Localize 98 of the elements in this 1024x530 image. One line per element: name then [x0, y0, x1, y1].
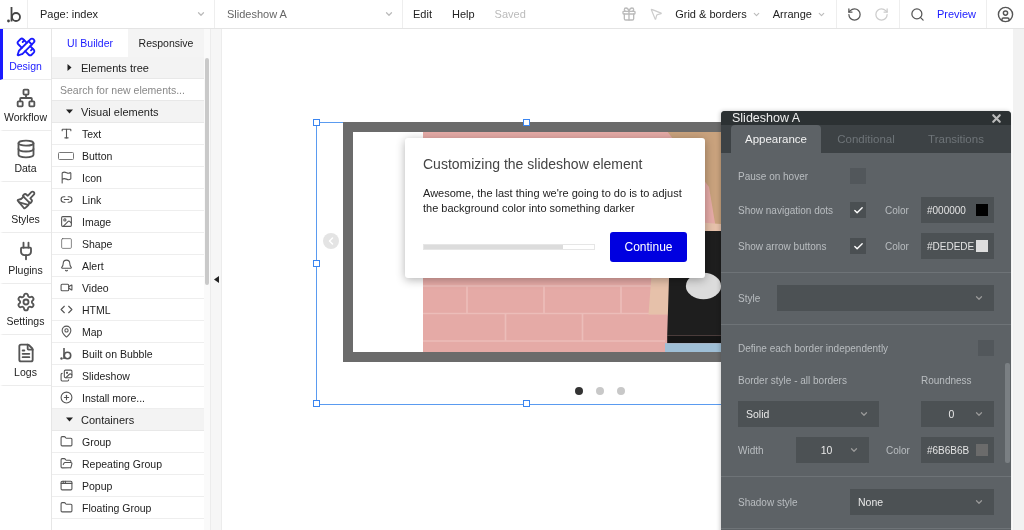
chevron-down-icon — [849, 445, 859, 455]
element-item[interactable]: Image — [52, 211, 204, 233]
resize-handle[interactable] — [313, 119, 320, 126]
bell-icon — [59, 259, 73, 272]
nav-item[interactable]: Settings — [0, 284, 51, 335]
section-title: Visual elements — [81, 105, 159, 118]
nav-dot[interactable] — [617, 387, 625, 395]
settings-icon — [15, 291, 36, 312]
color-field[interactable]: #6B6B6B — [921, 437, 994, 463]
field-label: Border style - all borders — [738, 374, 848, 386]
page-dropdown[interactable]: Page: index — [28, 0, 215, 28]
checkbox[interactable] — [850, 202, 866, 218]
section-header[interactable]: Containers — [52, 409, 204, 431]
section-header[interactable]: Elements tree — [52, 57, 204, 79]
roundness-dropdown[interactable]: 0 — [921, 401, 994, 427]
video-icon — [59, 281, 73, 294]
menu-item[interactable]: Edit — [403, 0, 442, 28]
field-label: Show arrow buttons — [738, 240, 828, 252]
square-icon — [59, 237, 73, 250]
nav-dot[interactable] — [575, 387, 583, 395]
resize-handle[interactable] — [523, 119, 530, 126]
grid-menu[interactable]: Grid & borders — [675, 8, 761, 20]
field-label: Style — [738, 292, 762, 304]
resize-handle[interactable] — [523, 400, 530, 407]
gift-icon[interactable] — [621, 6, 638, 22]
network-icon — [15, 87, 36, 108]
color-field[interactable]: #000000 — [921, 197, 994, 223]
database-icon — [15, 138, 36, 159]
window-icon — [59, 479, 73, 492]
field-label: Show navigation dots — [738, 204, 835, 216]
pencil-ruler-icon — [15, 36, 36, 57]
search-icon[interactable] — [909, 6, 925, 22]
nav-item[interactable]: Styles — [0, 182, 51, 233]
images-icon — [59, 369, 73, 382]
field-label: Shadow style — [738, 496, 799, 508]
check-icon — [852, 240, 864, 252]
chevron-down-icon — [384, 9, 394, 19]
element-item[interactable]: Repeating Group — [52, 453, 204, 475]
folders-icon — [59, 457, 73, 470]
section-header[interactable]: Visual elements — [52, 101, 204, 123]
element-dropdown[interactable]: Slideshow A — [215, 0, 403, 28]
tab[interactable]: Responsive — [128, 29, 204, 57]
checkbox[interactable] — [850, 238, 866, 254]
text-icon — [59, 127, 73, 140]
chevron-down-icon — [974, 497, 984, 507]
logo-icon — [60, 347, 72, 360]
field-label: Color — [885, 444, 911, 456]
image-icon — [59, 215, 73, 228]
code-icon — [59, 303, 73, 316]
link-icon — [59, 193, 73, 206]
resize-handle[interactable] — [313, 260, 320, 267]
section-title: Elements tree — [81, 61, 149, 74]
arrange-menu[interactable]: Arrange — [772, 8, 826, 20]
flag-icon — [59, 171, 73, 184]
close-icon[interactable] — [990, 111, 1003, 125]
button-icon — [58, 151, 74, 160]
logo-icon[interactable] — [6, 5, 21, 23]
nav-dot[interactable] — [596, 387, 604, 395]
undo-icon[interactable] — [846, 6, 862, 22]
saved-status: Saved — [494, 8, 526, 20]
field-label: Color — [885, 204, 910, 216]
chevron-down-icon — [196, 9, 206, 19]
tour-text: Awesome, the last thing we're going to do is to adjust the background color into something darker — [423, 186, 683, 216]
folder-icon — [59, 435, 73, 448]
menu-item[interactable]: Help — [441, 0, 485, 28]
collapse-icon[interactable] — [213, 276, 219, 283]
plus-icon — [59, 391, 73, 404]
field-label: Pause on hover — [738, 170, 810, 182]
avatar-icon[interactable] — [997, 5, 1014, 23]
field-label: Width — [738, 444, 765, 456]
check-icon — [852, 204, 864, 216]
element-item[interactable]: Slideshow — [52, 365, 204, 387]
element-item[interactable]: Popup — [52, 475, 204, 497]
chevron-down-icon — [859, 409, 869, 419]
section-title: Containers — [81, 413, 135, 426]
width-dropdown[interactable]: 10 — [796, 437, 869, 463]
folder-icon — [59, 501, 73, 514]
nav-item[interactable]: Plugins — [0, 233, 51, 284]
tour-title: Customizing the slideshow element — [423, 156, 644, 172]
brush-icon — [15, 189, 36, 210]
field-label: Define each border independently — [738, 342, 890, 354]
border-style-dropdown[interactable]: Solid — [738, 401, 879, 427]
editor-title: Slideshow A — [732, 111, 801, 125]
map-pin-icon — [59, 325, 73, 338]
resize-handle[interactable] — [313, 400, 320, 407]
color-field[interactable]: #DEDEDE — [921, 233, 994, 259]
nav-item[interactable]: Data — [0, 131, 51, 182]
nav-item[interactable]: Logs — [0, 335, 51, 386]
style-dropdown[interactable]: None — [850, 489, 994, 515]
chevron-down-icon — [974, 293, 984, 303]
preview-link[interactable]: Preview — [936, 8, 976, 20]
chevron-down-icon — [974, 409, 984, 419]
continue-button[interactable]: Continue — [610, 232, 687, 262]
document-icon — [15, 342, 36, 363]
tab[interactable]: Appearance — [731, 125, 821, 153]
nav-item[interactable]: Workflow — [0, 80, 51, 131]
field-label: Roundness — [921, 374, 973, 386]
field-label: Color — [885, 240, 910, 252]
